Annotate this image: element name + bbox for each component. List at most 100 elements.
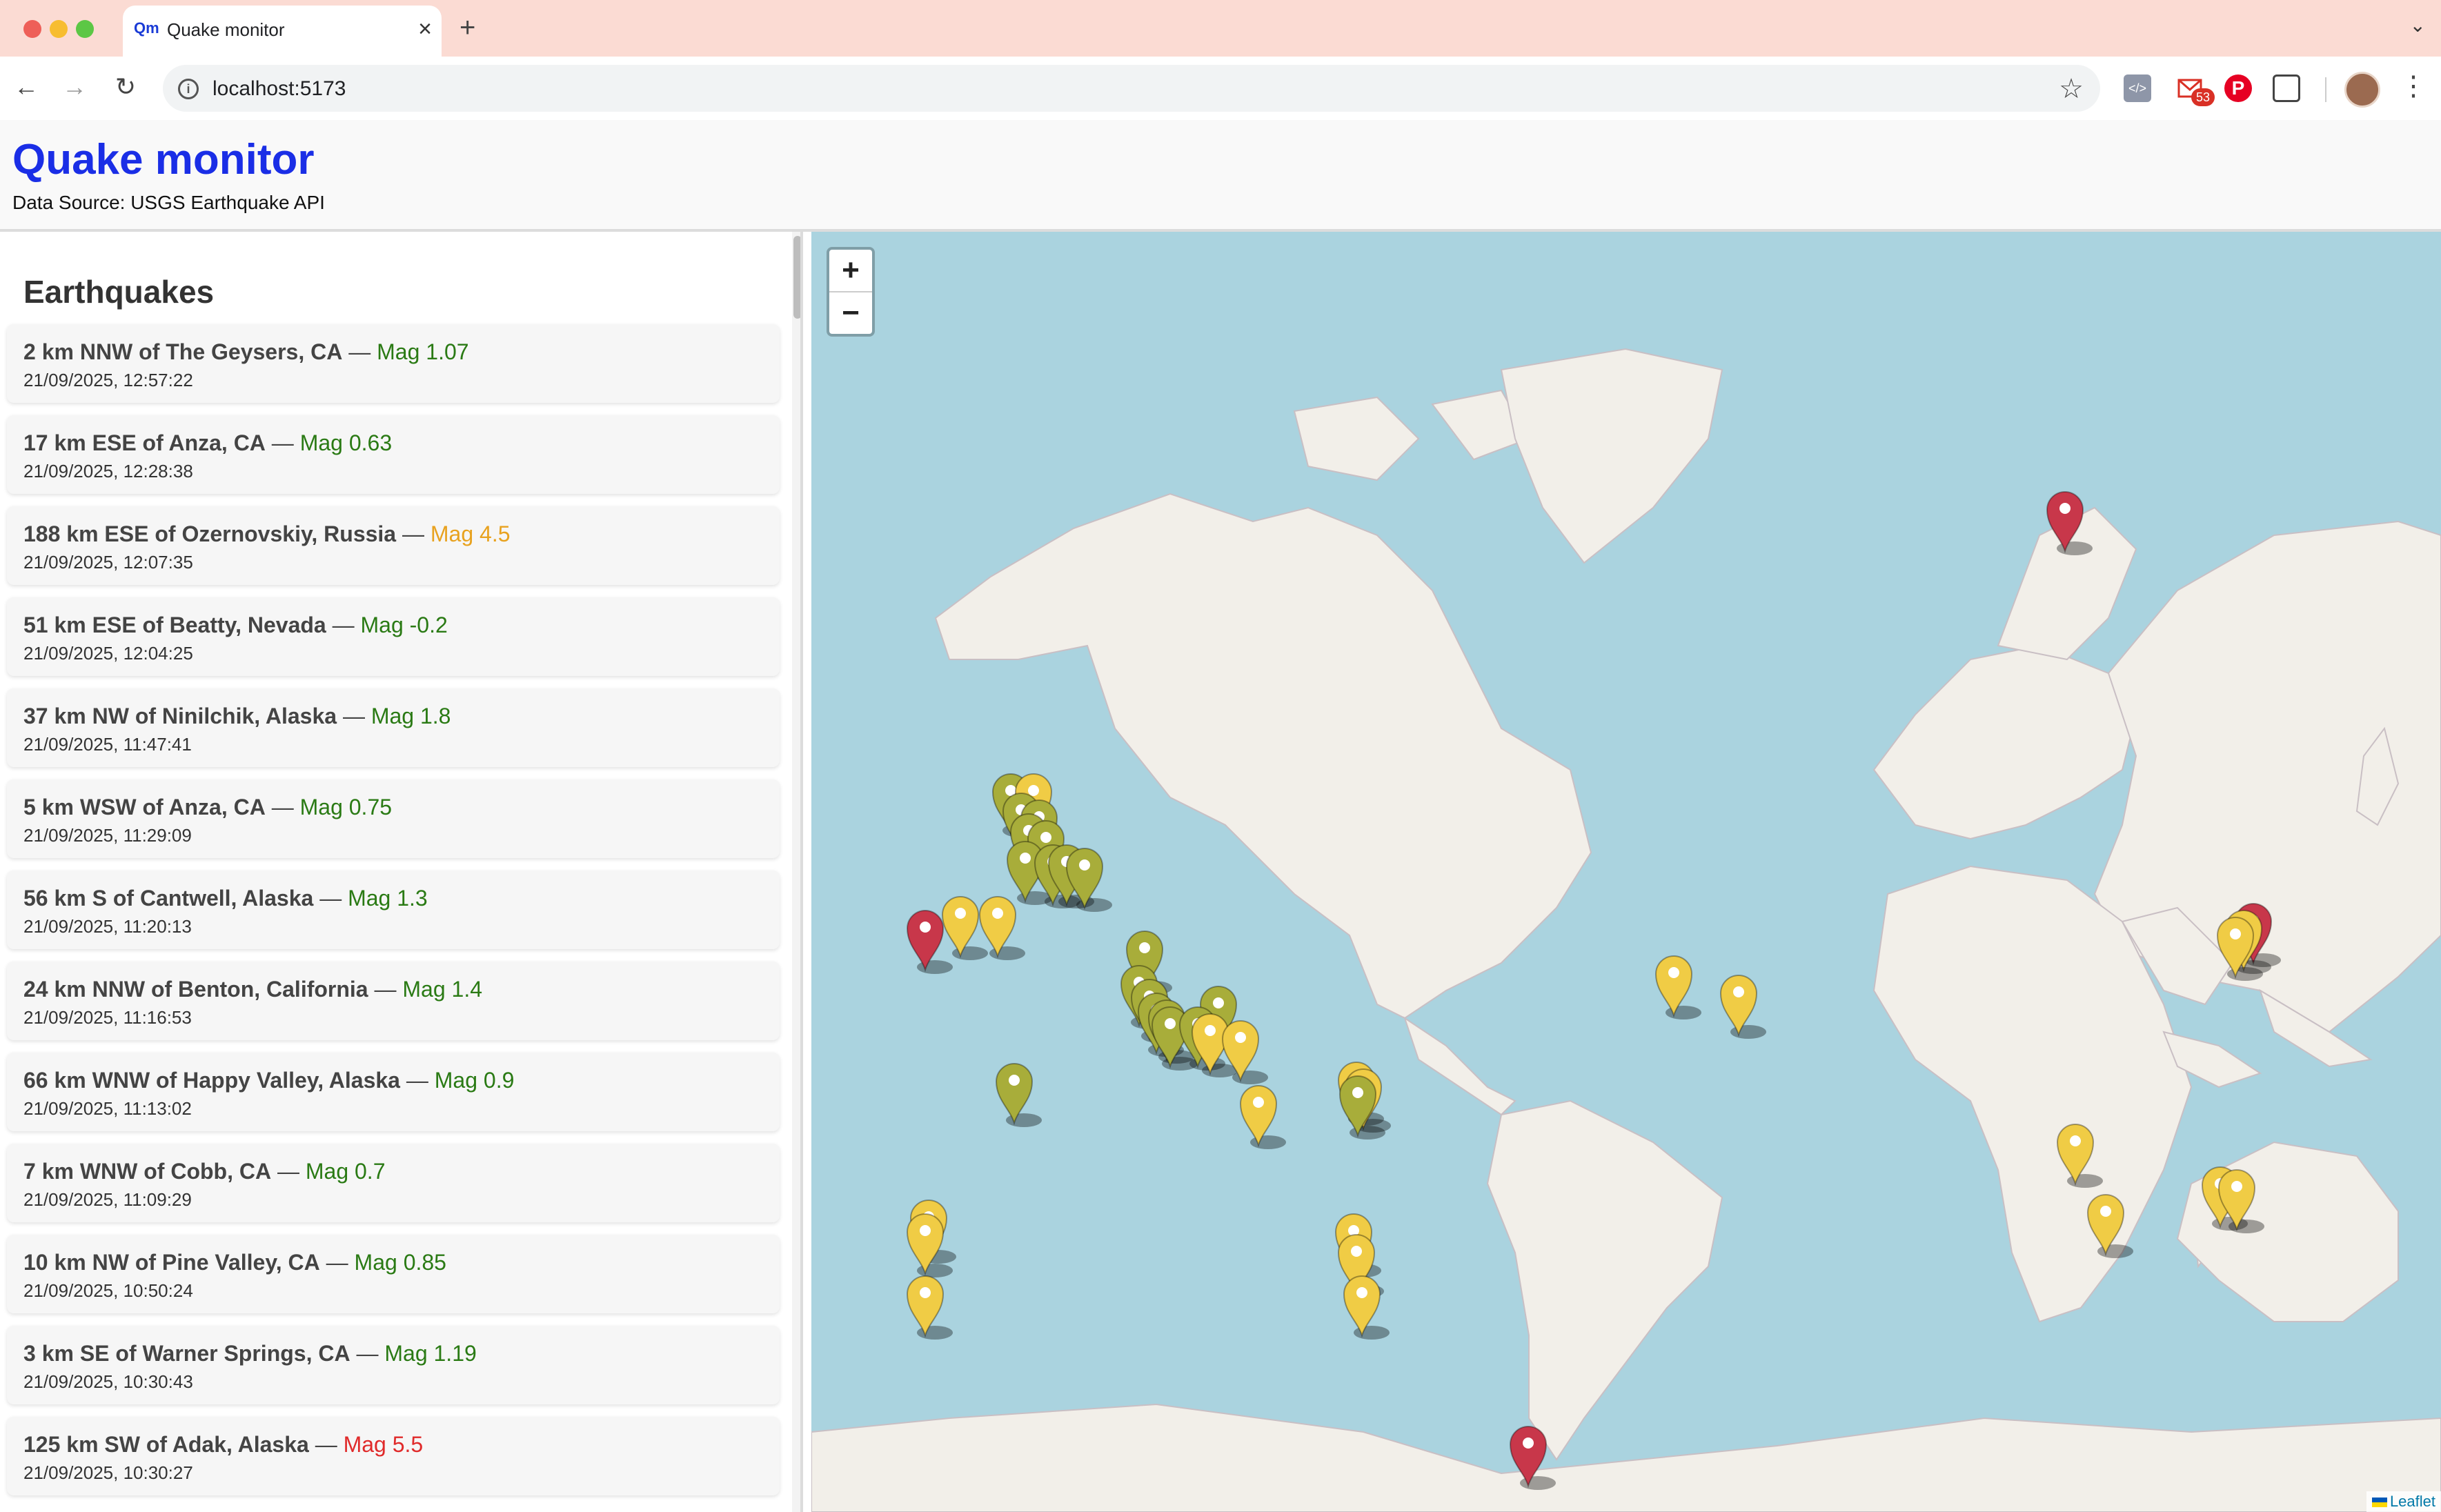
earthquake-heading: 17 km ESE of Anza, CA — Mag 0.63 [23, 430, 392, 456]
earthquake-separator: — [342, 339, 377, 364]
site-info-icon[interactable]: i [178, 79, 199, 99]
earthquake-magnitude: Mag -0.2 [360, 613, 448, 637]
reload-icon[interactable]: ↻ [108, 69, 144, 105]
earthquake-magnitude: Mag 0.75 [299, 795, 393, 819]
earthquake-separator: — [308, 1432, 344, 1457]
earthquake-list-item[interactable]: 7 km WNW of Cobb, CA — Mag 0.7 21/09/2025… [7, 1144, 780, 1222]
pinterest-icon[interactable]: P [2224, 74, 2252, 102]
earthquake-magnitude: Mag 1.07 [377, 339, 469, 364]
toolbar-divider [2325, 77, 2326, 102]
earthquake-time: 21/09/2025, 12:28:38 [23, 461, 193, 481]
earthquake-place: 37 km NW of Ninilchik, Alaska [23, 704, 337, 728]
earthquake-place: 10 km NW of Pine Valley, CA [23, 1250, 320, 1275]
earthquake-place: 5 km WSW of Anza, CA [23, 795, 266, 819]
earthquake-magnitude: Mag 0.9 [434, 1068, 515, 1093]
window-maximize-button[interactable] [76, 20, 94, 38]
earthquake-marker-icon[interactable] [1239, 1085, 1286, 1149]
earthquake-list-item[interactable]: 66 km WNW of Happy Valley, Alaska — Mag … [7, 1053, 780, 1131]
earthquake-sidebar: Earthquakes 2 km NNW of The Geysers, CA … [0, 232, 803, 1512]
earthquake-time: 21/09/2025, 11:20:13 [23, 916, 192, 937]
earthquake-time: 21/09/2025, 12:07:35 [23, 552, 193, 573]
earthquake-list-item[interactable]: 2 km NNW of The Geysers, CA — Mag 1.07 21… [7, 324, 780, 403]
earthquake-list-item[interactable]: 56 km S of Cantwell, Alaska — Mag 1.3 21/… [7, 871, 780, 949]
earthquake-separator: — [319, 1250, 355, 1275]
browser-toolbar: ← → ↻ i localhost:5173 ☆ </> 53 P ⋮ [0, 57, 2441, 120]
zoom-control: + − [827, 247, 875, 337]
window-minimize-button[interactable] [50, 20, 68, 38]
earthquake-marker-icon[interactable] [1719, 975, 1766, 1039]
bookmark-star-icon[interactable]: ☆ [2059, 73, 2084, 105]
earthquake-separator: — [271, 1159, 306, 1184]
app-title: Quake monitor [12, 136, 315, 183]
browser-tab-bar: Qm Quake monitor × + ⌄ [0, 0, 2441, 57]
earthquake-place: 56 km S of Cantwell, Alaska [23, 886, 314, 911]
earthquake-list-item[interactable]: 5 km WSW of Anza, CA — Mag 0.75 21/09/202… [7, 779, 780, 858]
tab-search-chevron-icon[interactable]: ⌄ [2410, 14, 2426, 37]
profile-avatar[interactable] [2344, 72, 2380, 108]
earthquake-magnitude: Mag 1.3 [348, 886, 428, 911]
earthquake-list-item[interactable]: 24 km NNW of Benton, California — Mag 1.… [7, 962, 780, 1040]
earthquake-heading: 2 km NNW of The Geysers, CA — Mag 1.07 [23, 339, 469, 365]
earthquake-marker-icon[interactable] [1654, 955, 1701, 1019]
forward-arrow-icon[interactable]: → [57, 69, 92, 105]
earthquake-magnitude: Mag 1.8 [370, 704, 451, 728]
earthquake-separator: — [313, 886, 348, 911]
earthquake-list-item[interactable]: 37 km NW of Ninilchik, Alaska — Mag 1.8 2… [7, 688, 780, 767]
earthquake-separator: — [265, 795, 300, 819]
url-text[interactable]: localhost:5173 [213, 77, 346, 101]
leaflet-link[interactable]: Leaflet [2390, 1493, 2435, 1510]
earthquake-heading: 51 km ESE of Beatty, Nevada — Mag -0.2 [23, 613, 448, 638]
browser-tab[interactable]: Qm Quake monitor × [123, 6, 442, 57]
earthquake-separator: — [337, 704, 371, 728]
earthquake-heading: 10 km NW of Pine Valley, CA — Mag 0.85 [23, 1250, 446, 1275]
earthquake-heading: 3 km SE of Warner Springs, CA — Mag 1.19 [23, 1341, 477, 1366]
earthquake-separator: — [265, 430, 300, 455]
browser-menu-icon[interactable]: ⋮ [2400, 70, 2427, 102]
earthquake-time: 21/09/2025, 11:09:29 [23, 1189, 192, 1210]
new-tab-icon[interactable]: + [459, 11, 475, 44]
earthquake-time: 21/09/2025, 12:57:22 [23, 370, 193, 390]
sidebar-title: Earthquakes [23, 274, 215, 310]
earthquake-list-item[interactable]: 17 km ESE of Anza, CA — Mag 0.63 21/09/20… [7, 415, 780, 494]
earthquake-place: 17 km ESE of Anza, CA [23, 430, 266, 455]
earthquake-time: 21/09/2025, 11:47:41 [23, 734, 192, 755]
sidebar-scrollbar-track[interactable] [792, 232, 800, 1512]
earthquake-time: 21/09/2025, 11:16:53 [23, 1007, 192, 1028]
earthquake-separator: — [326, 613, 361, 637]
earthquake-separator: — [399, 1068, 435, 1093]
earthquake-list-item[interactable]: 10 km NW of Pine Valley, CA — Mag 0.85 21… [7, 1235, 780, 1313]
tab-close-icon[interactable]: × [418, 15, 432, 43]
earthquake-marker-icon[interactable] [995, 1063, 1042, 1127]
earthquake-place: 7 km WNW of Cobb, CA [23, 1159, 272, 1184]
earthquake-list-item[interactable]: 125 km SW of Adak, Alaska — Mag 5.5 21/09… [7, 1417, 780, 1495]
earthquake-heading: 37 km NW of Ninilchik, Alaska — Mag 1.8 [23, 704, 451, 729]
sidebar-scrollbar-thumb[interactable] [793, 236, 800, 319]
mail-extension-icon[interactable]: 53 [2176, 74, 2215, 106]
devtools-extension-icon[interactable]: </> [2124, 74, 2151, 102]
earthquake-list: 2 km NNW of The Geysers, CA — Mag 1.07 21… [7, 324, 780, 1508]
back-arrow-icon[interactable]: ← [8, 69, 44, 105]
world-map[interactable] [811, 232, 2441, 1512]
extensions-puzzle-icon[interactable] [2273, 74, 2300, 102]
window-close-button[interactable] [23, 20, 41, 38]
earthquake-magnitude: Mag 0.63 [299, 430, 393, 455]
earthquake-marker-icon[interactable] [906, 1275, 953, 1340]
earthquake-heading: 125 km SW of Adak, Alaska — Mag 5.5 [23, 1432, 423, 1458]
address-bar[interactable]: i localhost:5173 ☆ [163, 65, 2100, 112]
earthquake-heading: 7 km WNW of Cobb, CA — Mag 0.7 [23, 1159, 385, 1184]
earthquake-map[interactable]: + − Leaflet [811, 232, 2441, 1512]
earthquake-list-item[interactable]: 188 km ESE of Ozernovskiy, Russia — Mag … [7, 506, 780, 585]
data-source-text: Data Source: USGS Earthquake API [12, 192, 325, 213]
zoom-out-button[interactable]: − [829, 292, 872, 334]
zoom-in-button[interactable]: + [829, 250, 872, 291]
mail-count-badge: 53 [2191, 88, 2215, 106]
earthquake-time: 21/09/2025, 10:50:24 [23, 1280, 193, 1301]
earthquake-place: 2 km NNW of The Geysers, CA [23, 339, 343, 364]
earthquake-list-item[interactable]: 51 km ESE of Beatty, Nevada — Mag -0.2 21… [7, 597, 780, 676]
earthquake-list-item[interactable]: 3 km SE of Warner Springs, CA — Mag 1.19… [7, 1326, 780, 1404]
earthquake-marker-icon[interactable] [1343, 1275, 1390, 1340]
earthquake-magnitude: Mag 0.7 [305, 1159, 386, 1184]
earthquake-magnitude: Mag 0.85 [354, 1250, 446, 1275]
earthquake-magnitude: Mag 5.5 [343, 1432, 424, 1457]
earthquake-magnitude: Mag 1.19 [384, 1341, 477, 1366]
